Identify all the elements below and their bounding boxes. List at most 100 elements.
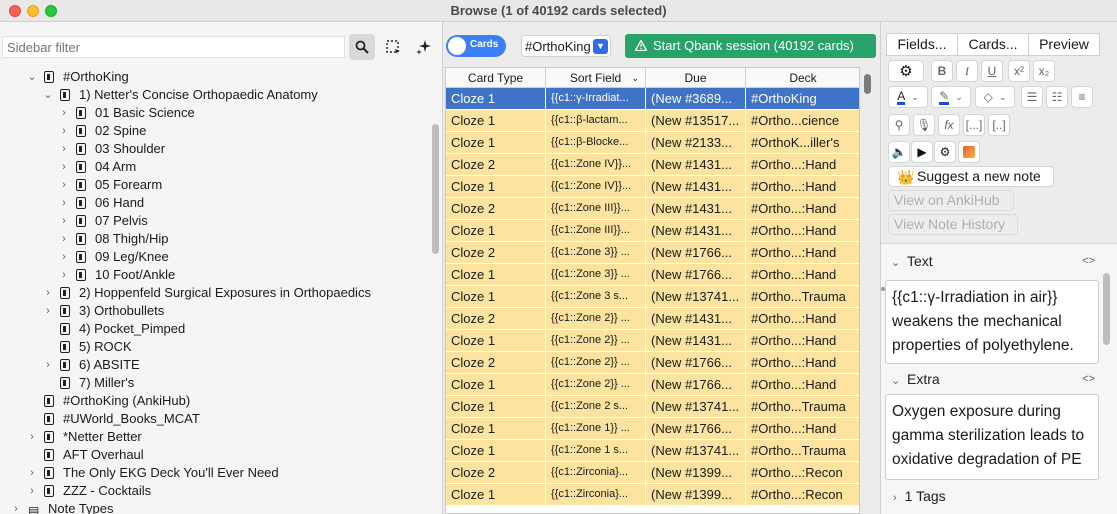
sidebar-tree-item[interactable]: › 10 Foot/Ankle bbox=[0, 266, 430, 284]
sidebar-tree-item[interactable]: › 01 Basic Science bbox=[0, 104, 430, 122]
chevron-right-icon[interactable]: › bbox=[42, 284, 54, 302]
field-header-extra[interactable]: ⌄ Extra bbox=[891, 371, 940, 387]
column-due[interactable]: Due bbox=[646, 68, 746, 88]
sidebar-tree-item[interactable]: › 02 Spine bbox=[0, 122, 430, 140]
magic-button[interactable] bbox=[411, 34, 437, 60]
field-header-text[interactable]: ⌄ Text bbox=[891, 253, 933, 269]
note-settings-button[interactable]: ⚙ bbox=[888, 60, 924, 82]
sidebar-tree-item[interactable]: › 05 Forearm bbox=[0, 176, 430, 194]
sidebar-tree-item[interactable]: › ZZZ - Cocktails bbox=[0, 482, 430, 500]
sidebar-tree-item[interactable]: › 08 Thigh/Hip bbox=[0, 230, 430, 248]
tts-button[interactable]: 🔈 bbox=[888, 141, 910, 163]
highlight-color-button[interactable]: ✎ ⌄ bbox=[931, 86, 971, 108]
sidebar-tree-item[interactable]: › 03 Shoulder bbox=[0, 140, 430, 158]
text-field-editor[interactable]: {{c1::γ-Irradiation in air}} weakens the… bbox=[885, 280, 1099, 364]
eraser-button[interactable]: ◇ ⌄ bbox=[975, 86, 1015, 108]
bold-button[interactable]: B bbox=[931, 60, 953, 82]
table-row[interactable]: Cloze 1 {{c1::Zone 1}} ... (New #1766... #O… bbox=[446, 418, 859, 440]
table-row[interactable]: Cloze 2 {{c1::Zone 2}} ... (New #1431... #O… bbox=[446, 308, 859, 330]
chevron-right-icon[interactable]: › bbox=[58, 266, 70, 284]
sidebar-tree-item[interactable]: › ▤ Note Types bbox=[0, 500, 430, 514]
table-row[interactable]: Cloze 2 {{c1::Zone III}}... (New #1431... #… bbox=[446, 198, 859, 220]
chevron-right-icon[interactable]: › bbox=[58, 122, 70, 140]
sidebar-tree-item[interactable]: › The Only EKG Deck You'll Ever Need bbox=[0, 464, 430, 482]
underline-button[interactable]: U bbox=[981, 60, 1003, 82]
table-row[interactable]: Cloze 2 {{c1::Zone 3}} ... (New #1766... #O… bbox=[446, 242, 859, 264]
subscript-button[interactable]: x₂ bbox=[1033, 60, 1055, 82]
column-deck[interactable]: Deck bbox=[746, 68, 859, 88]
extra-field-editor[interactable]: Oxygen exposure during gamma sterilizati… bbox=[885, 394, 1099, 480]
chevron-right-icon[interactable]: › bbox=[58, 248, 70, 266]
sidebar-tree-item[interactable]: › *Netter Better bbox=[0, 428, 430, 446]
record-audio-button[interactable]: 🎙 bbox=[913, 114, 935, 136]
table-row[interactable]: Cloze 1 {{c1::Zone 3}} ... (New #1766... #O… bbox=[446, 264, 859, 286]
sidebar-tree-item[interactable]: AFT Overhaul bbox=[0, 446, 430, 464]
fields-scrollbar[interactable] bbox=[1103, 273, 1110, 345]
select-mode-button[interactable] bbox=[380, 34, 406, 60]
sidebar-tree-item[interactable]: › 3) Orthobullets bbox=[0, 302, 430, 320]
chevron-right-icon[interactable]: › bbox=[58, 140, 70, 158]
chevron-right-icon[interactable]: › bbox=[58, 230, 70, 248]
chevron-down-icon[interactable]: ⌄ bbox=[26, 68, 38, 86]
align-button[interactable]: ≡ bbox=[1071, 86, 1093, 108]
sidebar-tree-item[interactable]: › 6) ABSITE bbox=[0, 356, 430, 374]
view-on-ankihub-button[interactable]: View on AnkiHub bbox=[888, 190, 1014, 211]
chevron-down-icon[interactable]: ⌄ bbox=[42, 86, 54, 104]
table-row[interactable]: Cloze 1 {{c1::γ-Irradiat... (New #3689... #… bbox=[446, 88, 859, 110]
tags-toggle[interactable]: › 1 Tags bbox=[893, 488, 946, 504]
sidebar-tree-item[interactable]: 7) Miller's bbox=[0, 374, 430, 392]
preview-button[interactable]: Preview bbox=[1028, 33, 1100, 56]
superscript-button[interactable]: x² bbox=[1008, 60, 1030, 82]
chevron-right-icon[interactable]: › bbox=[58, 158, 70, 176]
bullet-list-button[interactable]: ☰ bbox=[1021, 86, 1043, 108]
cards-button[interactable]: Cards... bbox=[957, 33, 1029, 56]
table-row[interactable]: Cloze 1 {{c1::Zone 2 s... (New #13741... #O… bbox=[446, 396, 859, 418]
mathjax-button[interactable]: fx bbox=[938, 114, 960, 136]
cards-notes-toggle[interactable]: Cards bbox=[446, 35, 506, 57]
attach-button[interactable]: ⚲ bbox=[888, 114, 910, 136]
play-button[interactable]: ▶ bbox=[911, 141, 933, 163]
sidebar-tree-item[interactable]: #OrthoKing (AnkiHub) bbox=[0, 392, 430, 410]
chevron-right-icon[interactable]: › bbox=[42, 302, 54, 320]
sidebar-tree-item[interactable]: › 2) Hoppenfeld Surgical Exposures in Ort… bbox=[0, 284, 430, 302]
cloze-button[interactable]: [...] bbox=[963, 114, 985, 136]
chevron-right-icon[interactable]: › bbox=[26, 482, 38, 500]
table-row[interactable]: Cloze 2 {{c1::Zone IV}}... (New #1431... #O… bbox=[446, 154, 859, 176]
numbered-list-button[interactable]: ☷ bbox=[1046, 86, 1068, 108]
italic-button[interactable]: I bbox=[956, 60, 978, 82]
sidebar-tree-item[interactable]: ⌄ 1) Netter's Concise Orthopaedic Anatomy bbox=[0, 86, 430, 104]
view-note-history-button[interactable]: View Note History bbox=[888, 214, 1018, 235]
chevron-right-icon[interactable]: › bbox=[58, 176, 70, 194]
suggest-note-button[interactable]: 👑 Suggest a new note bbox=[888, 166, 1054, 187]
text-color-button[interactable]: A ⌄ bbox=[888, 86, 928, 108]
table-row[interactable]: Cloze 2 {{c1::Zone 2}} ... (New #1766... #O… bbox=[446, 352, 859, 374]
column-sort-field[interactable]: Sort Field ⌄ bbox=[546, 68, 646, 88]
chevron-right-icon[interactable]: › bbox=[26, 464, 38, 482]
sidebar-tree-item[interactable]: › 04 Arm bbox=[0, 158, 430, 176]
sidebar-tree-item[interactable]: #UWorld_Books_MCAT bbox=[0, 410, 430, 428]
table-row[interactable]: Cloze 1 {{c1::Zone III}}... (New #1431... #… bbox=[446, 220, 859, 242]
table-row[interactable]: Cloze 1 {{c1::Zone 2}} ... (New #1431... #O… bbox=[446, 330, 859, 352]
table-row[interactable]: Cloze 1 {{c1::Zone 3 s... (New #13741... #O… bbox=[446, 286, 859, 308]
image-occlusion-button[interactable] bbox=[958, 141, 980, 163]
fields-button[interactable]: Fields... bbox=[886, 33, 958, 56]
chevron-right-icon[interactable]: › bbox=[26, 428, 38, 446]
chevron-right-icon[interactable]: › bbox=[58, 194, 70, 212]
table-row[interactable]: Cloze 1 {{c1::Zone 1 s... (New #13741... #O… bbox=[446, 440, 859, 462]
search-button[interactable] bbox=[349, 34, 375, 60]
sidebar-tree-item[interactable]: ⌄ #OrthoKing bbox=[0, 68, 430, 86]
table-row[interactable]: Cloze 1 {{c1::β-Blocke... (New #2133... #Or… bbox=[446, 132, 859, 154]
cloze-same-button[interactable]: [..] bbox=[988, 114, 1010, 136]
table-row[interactable]: Cloze 1 {{c1::Zone IV}}... (New #1431... #O… bbox=[446, 176, 859, 198]
table-row[interactable]: Cloze 2 {{c1::Zirconia}... (New #1399... #O… bbox=[446, 462, 859, 484]
table-row[interactable]: Cloze 1 {{c1::Zone 2}} ... (New #1766... #O… bbox=[446, 374, 859, 396]
chevron-right-icon[interactable]: › bbox=[42, 356, 54, 374]
sidebar-tree-item[interactable]: 4) Pocket_Pimped bbox=[0, 320, 430, 338]
table-scrollbar[interactable] bbox=[864, 74, 871, 94]
start-qbank-button[interactable]: Start Qbank session (40192 cards) bbox=[625, 34, 876, 58]
sidebar-tree-item[interactable]: › 07 Pelvis bbox=[0, 212, 430, 230]
sidebar-tree-item[interactable]: 5) ROCK bbox=[0, 338, 430, 356]
chevron-right-icon[interactable]: › bbox=[10, 500, 22, 514]
html-editor-toggle[interactable]: <> bbox=[1082, 255, 1095, 267]
table-row[interactable]: Cloze 1 {{c1::β-lactam... (New #13517... #O… bbox=[446, 110, 859, 132]
